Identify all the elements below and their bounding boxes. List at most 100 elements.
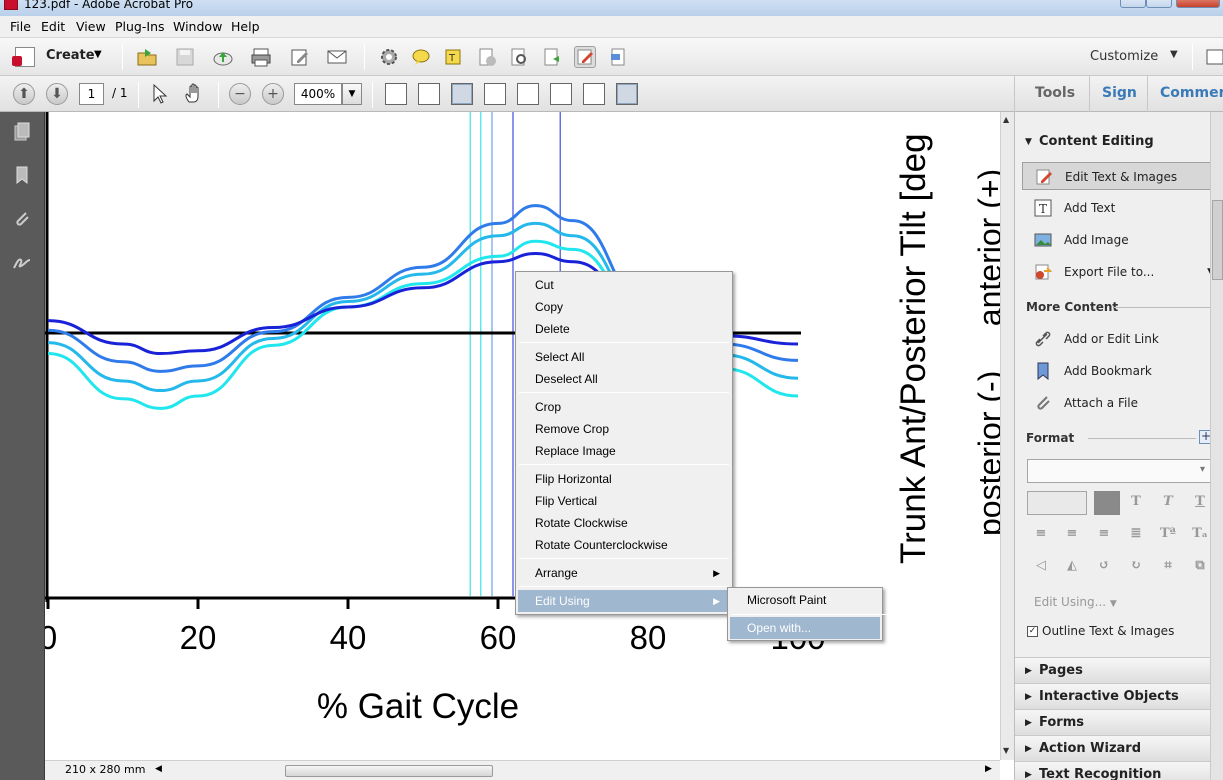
scroll-down-icon[interactable]: ▼ bbox=[1003, 746, 1009, 755]
attach-file-item[interactable]: Attach a File bbox=[1022, 389, 1220, 417]
create-button[interactable]: Create ▼ bbox=[12, 45, 106, 69]
align-center-icon[interactable]: ≡ bbox=[1062, 525, 1082, 545]
scroll-right-icon[interactable]: ▶ bbox=[985, 764, 992, 774]
zoom-level-input[interactable]: 400% bbox=[294, 83, 342, 105]
paperclip-icon[interactable] bbox=[12, 209, 32, 229]
edit-document-icon[interactable] bbox=[289, 46, 311, 68]
menu-item-open-with[interactable]: Open with... bbox=[730, 617, 880, 639]
single-page-view-button[interactable] bbox=[451, 83, 473, 105]
two-page-view-button[interactable] bbox=[517, 83, 539, 105]
select-arrow-icon[interactable] bbox=[150, 83, 172, 105]
minimize-button[interactable] bbox=[1120, 0, 1146, 8]
edit-using-dropdown[interactable]: Edit Using... ▼ bbox=[1034, 595, 1117, 609]
scroll-view-button[interactable] bbox=[484, 83, 506, 105]
fit-width-button[interactable] bbox=[385, 83, 407, 105]
menu-item-replace-image[interactable]: Replace Image bbox=[518, 440, 730, 462]
menu-item-select-all[interactable]: Select All bbox=[518, 346, 730, 368]
edit-text-images-item[interactable]: Edit Text & Images bbox=[1022, 162, 1220, 190]
maximize-button[interactable] bbox=[1146, 0, 1172, 8]
menu-view[interactable]: View bbox=[76, 19, 106, 34]
rotate-page-icon[interactable] bbox=[541, 46, 563, 68]
open-folder-icon[interactable] bbox=[136, 46, 158, 68]
print-icon[interactable] bbox=[250, 46, 272, 68]
search-page-icon[interactable] bbox=[508, 46, 530, 68]
add-edit-link-item[interactable]: Add or Edit Link bbox=[1022, 325, 1220, 353]
text-recognition-section[interactable]: ▶ Text Recognition bbox=[1015, 761, 1223, 780]
zoom-dropdown-button[interactable]: ▼ bbox=[342, 83, 362, 105]
zoom-out-button[interactable]: − bbox=[229, 83, 251, 105]
content-editing-header[interactable]: ▼ Content Editing bbox=[1015, 129, 1223, 155]
hand-tool-icon[interactable] bbox=[183, 83, 205, 105]
rotate-ccw-icon[interactable]: ↺ bbox=[1094, 557, 1114, 577]
justify-icon[interactable]: ≣ bbox=[1126, 525, 1146, 545]
menu-item-arrange[interactable]: Arrange ▶ bbox=[518, 562, 730, 584]
italic-icon[interactable]: T bbox=[1158, 493, 1178, 513]
crop-icon[interactable]: ⌗ bbox=[1158, 557, 1178, 577]
signatures-icon[interactable] bbox=[12, 252, 32, 272]
comment-bubble-icon[interactable] bbox=[410, 46, 432, 68]
export-file-item[interactable]: Export File to... ▼ bbox=[1022, 258, 1220, 286]
menu-item-flip-horizontal[interactable]: Flip Horizontal bbox=[518, 468, 730, 490]
menu-item-flip-vertical[interactable]: Flip Vertical bbox=[518, 490, 730, 512]
pages-section[interactable]: ▶ Pages bbox=[1015, 657, 1223, 683]
font-family-select[interactable] bbox=[1027, 459, 1211, 483]
menu-edit[interactable]: Edit bbox=[41, 19, 65, 34]
menu-file[interactable]: File bbox=[10, 19, 31, 34]
horizontal-scrollbar[interactable]: ◀ ▶ bbox=[155, 764, 995, 778]
vertical-scrollbar[interactable]: ▲ ▼ bbox=[1000, 112, 1014, 760]
cloud-upload-icon[interactable] bbox=[212, 46, 234, 68]
menu-window[interactable]: Window bbox=[173, 19, 222, 34]
tools-panel-scrollbar[interactable] bbox=[1210, 112, 1223, 780]
save-icon[interactable] bbox=[174, 46, 196, 68]
full-screen-button[interactable] bbox=[583, 83, 605, 105]
flip-horizontal-icon[interactable]: ◭ bbox=[1062, 557, 1082, 577]
scroll-left-icon[interactable]: ◀ bbox=[155, 764, 162, 774]
two-page-scroll-button[interactable] bbox=[550, 83, 572, 105]
flip-vertical-icon[interactable]: ◁ bbox=[1031, 557, 1051, 577]
next-page-button[interactable]: ⬇ bbox=[46, 83, 68, 105]
delete-page-icon[interactable] bbox=[476, 46, 498, 68]
menu-item-rotate-counterclockwise[interactable]: Rotate Counterclockwise bbox=[518, 534, 730, 556]
forms-section[interactable]: ▶ Forms bbox=[1015, 709, 1223, 735]
rotate-cw-icon[interactable]: ↻ bbox=[1126, 557, 1146, 577]
customize-dropdown[interactable]: Customize ▼ bbox=[1090, 49, 1178, 64]
tab-sign[interactable]: Sign bbox=[1102, 85, 1137, 101]
menu-item-rotate-clockwise[interactable]: Rotate Clockwise bbox=[518, 512, 730, 534]
menu-item-copy[interactable]: Copy bbox=[518, 296, 730, 318]
menu-help[interactable]: Help bbox=[231, 19, 260, 34]
gear-icon[interactable] bbox=[378, 46, 400, 68]
expand-panel-icon[interactable] bbox=[1205, 46, 1223, 68]
action-wizard-section[interactable]: ▶ Action Wizard bbox=[1015, 735, 1223, 761]
interactive-objects-section[interactable]: ▶ Interactive Objects bbox=[1015, 683, 1223, 709]
add-image-item[interactable]: Add Image bbox=[1022, 226, 1220, 254]
menu-item-microsoft-paint[interactable]: Microsoft Paint bbox=[730, 589, 880, 611]
superscript-icon[interactable]: Tª bbox=[1158, 525, 1178, 545]
menu-plugins[interactable]: Plug-Ins bbox=[115, 19, 165, 34]
edit-text-tool-button[interactable] bbox=[574, 46, 596, 68]
page-arrange-icon[interactable] bbox=[608, 46, 630, 68]
text-edit-icon[interactable]: T bbox=[443, 46, 465, 68]
add-bookmark-item[interactable]: Add Bookmark bbox=[1022, 357, 1220, 385]
read-mode-button[interactable] bbox=[616, 83, 638, 105]
subscript-icon[interactable]: Tₐ bbox=[1190, 525, 1210, 545]
menu-item-cut[interactable]: Cut bbox=[518, 274, 730, 296]
tab-comment[interactable]: Commen bbox=[1160, 85, 1223, 101]
zoom-in-button[interactable]: + bbox=[262, 83, 284, 105]
page-thumbnails-icon[interactable] bbox=[12, 122, 32, 142]
font-color-picker[interactable] bbox=[1094, 491, 1120, 515]
underline-icon[interactable]: T bbox=[1190, 493, 1210, 513]
add-text-item[interactable]: T Add Text bbox=[1022, 194, 1220, 222]
bookmarks-icon[interactable] bbox=[12, 165, 32, 185]
replace-image-icon[interactable]: ⧉ bbox=[1190, 557, 1210, 577]
menu-item-remove-crop[interactable]: Remove Crop bbox=[518, 418, 730, 440]
font-size-select[interactable] bbox=[1027, 491, 1087, 515]
bold-icon[interactable]: T bbox=[1126, 493, 1146, 513]
scroll-up-icon[interactable]: ▲ bbox=[1003, 115, 1009, 124]
fit-page-button[interactable] bbox=[418, 83, 440, 105]
menu-item-delete[interactable]: Delete bbox=[518, 318, 730, 340]
previous-page-button[interactable]: ⬆ bbox=[13, 83, 35, 105]
menu-item-crop[interactable]: Crop bbox=[518, 396, 730, 418]
menu-item-deselect-all[interactable]: Deselect All bbox=[518, 368, 730, 390]
tools-panel-scroll-thumb[interactable] bbox=[1212, 200, 1223, 280]
menu-item-edit-using[interactable]: Edit Using ▶ bbox=[518, 590, 730, 612]
